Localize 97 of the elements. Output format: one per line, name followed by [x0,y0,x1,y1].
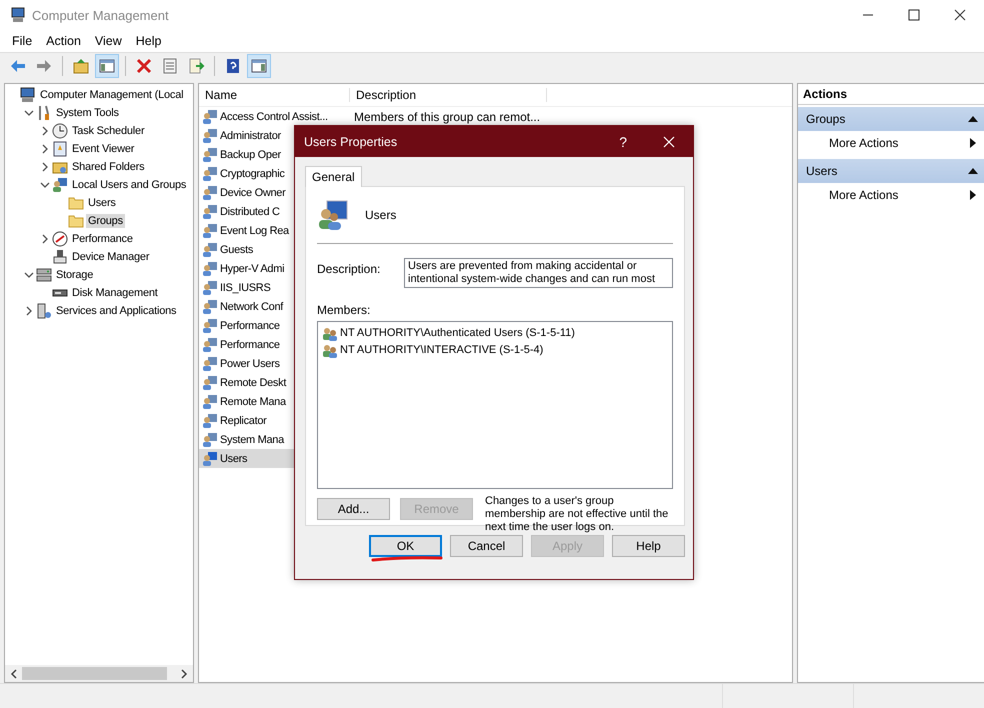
storage-icon [36,267,52,283]
members-list[interactable]: NT AUTHORITY\Authenticated Users (S-1-5-11) NT AUTHORITY\INTERACTIVE (S-1-5-4) [317,321,673,489]
folder-icon [68,195,84,211]
users-icon [202,260,218,276]
maximize-icon[interactable] [908,9,920,21]
server-icon [36,303,52,319]
computer-icon [10,7,26,23]
users-icon [317,199,349,231]
device-icon [52,249,68,265]
group-list-item[interactable]: Guests [199,240,348,259]
underline-scribble [371,556,443,562]
tree-item[interactable]: Task Scheduler [70,124,146,138]
description-field[interactable]: Users are prevented from making accidental or intentional system-wide changes and can run most [404,258,673,288]
tree-item[interactable]: Storage [54,268,96,282]
group-list-item[interactable]: IIS_IUSRS [199,278,348,297]
computer-icon [20,87,36,103]
tree-item[interactable]: Local Users and Groups [70,178,188,192]
users-icon [202,128,218,144]
tree-item[interactable]: Event Viewer [70,142,136,156]
dialog-button[interactable]: Cancel [450,535,523,557]
users-icon [202,432,218,448]
gauge-icon [52,231,68,247]
group-list-item[interactable]: Event Log Rea [199,221,348,240]
users-icon [202,298,218,314]
chevron-right-icon[interactable] [40,144,50,154]
chevron-right-icon[interactable] [24,306,34,316]
column-header[interactable]: Description [350,88,547,102]
users-icon [202,394,218,410]
group-list-item[interactable]: Users [199,449,294,468]
users-icon [202,166,218,182]
group-name: Users [365,208,396,222]
menu-item[interactable]: Action [46,34,81,48]
membership-note: Changes to a user's group membership are not effective until the next time the user logs on. [485,495,670,534]
users-icon [202,146,218,162]
close-icon[interactable] [954,9,966,21]
menu-item[interactable]: Help [136,34,162,48]
tree-item[interactable]: Users [86,196,118,210]
tree-item[interactable]: Shared Folders [70,160,146,174]
chevron-right-icon[interactable] [40,126,50,136]
users-icon [202,336,218,352]
scroll-right-icon[interactable] [180,668,188,678]
users-icon [202,108,218,124]
actions-section-header[interactable]: Groups [798,107,984,131]
field-label: Members: [317,303,372,317]
menu-item[interactable]: View [94,34,122,48]
users-icon [202,280,218,296]
dialog-title: Users Properties [304,134,398,148]
users-icon [202,412,218,428]
users-icon [52,177,68,193]
collapse-triangle-icon[interactable] [968,168,978,174]
actions-section-header[interactable]: Users [798,159,984,183]
tree-item[interactable]: Disk Management [70,286,160,300]
chevron-right-icon[interactable] [40,234,50,244]
collapse-triangle-icon[interactable] [968,116,978,122]
horizontal-scrollbar[interactable] [5,665,193,682]
users-icon [202,184,218,200]
chevron-down-icon[interactable] [40,180,50,190]
submenu-triangle-icon [970,190,976,200]
users-icon [202,356,218,372]
users-icon [202,204,218,220]
dialog-button[interactable]: OK [369,535,442,557]
users-icon [202,318,218,334]
table-cell-text: Members of this group can remot... [353,110,540,124]
actions-header: Actions [798,84,984,105]
member-item[interactable]: NT AUTHORITY\Authenticated Users (S-1-5-11) [322,324,668,341]
scrollbar-thumb[interactable] [22,667,167,680]
menu-item[interactable]: File [12,34,32,48]
submenu-triangle-icon [970,138,976,148]
scroll-left-icon[interactable] [10,668,18,678]
users-icon [202,242,218,258]
add-button[interactable]: Add... [317,498,390,520]
chevron-down-icon[interactable] [24,270,34,280]
users-icon [202,374,218,390]
window-title: Computer Management [32,8,169,22]
group-list-item[interactable]: Distributed C [199,202,348,221]
tree-item[interactable]: Services and Applications [54,304,178,318]
clock-icon [52,123,68,139]
chevron-down-icon[interactable] [24,108,34,118]
tree-item[interactable]: Computer Management (Local [38,88,186,102]
field-label: Description: [317,261,382,276]
tree-item[interactable]: System Tools [54,106,121,120]
action-link[interactable]: More Actions [798,131,984,155]
help-button[interactable]: ? [619,134,627,150]
tools-icon [36,105,52,121]
tab[interactable]: General [305,166,362,187]
column-header[interactable]: Name [199,88,350,102]
dialog-button[interactable]: Help [612,535,685,557]
group-list-item[interactable]: Access Control Assist... [199,107,348,126]
users-icon [202,450,218,466]
folder-icon [68,213,84,229]
tree-item[interactable]: Performance [70,232,135,246]
action-link[interactable]: More Actions [798,183,984,207]
users-icon [202,222,218,238]
log-icon [52,141,68,157]
tree-item[interactable]: Groups [86,214,125,228]
chevron-right-icon[interactable] [40,162,50,172]
tree-item[interactable]: Device Manager [70,250,152,264]
